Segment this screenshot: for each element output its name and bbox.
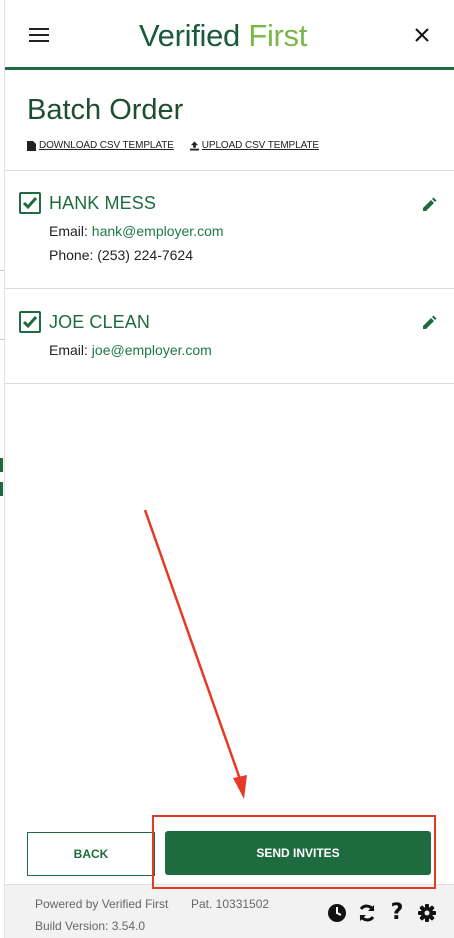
template-links: DOWNLOAD CSV TEMPLATE UPLOAD CSV TEMPLAT… [27, 140, 319, 151]
upload-csv-template-link[interactable]: UPLOAD CSV TEMPLATE [189, 140, 319, 151]
email-label: Email: [49, 223, 92, 239]
contact-phone: (253) 224-7624 [97, 247, 194, 263]
close-icon[interactable] [411, 24, 433, 46]
contact-phone-row: Phone: (253) 224-7624 [49, 247, 193, 263]
contact-email-row: Email: hank@employer.com [49, 223, 224, 239]
footer-toolbar: ? [327, 902, 437, 924]
download-csv-template-link[interactable]: DOWNLOAD CSV TEMPLATE [27, 140, 174, 151]
download-csv-template-label: DOWNLOAD CSV TEMPLATE [39, 140, 174, 151]
patent-text: Pat. 10331502 [191, 897, 270, 911]
top-bar: Verified First [5, 0, 454, 70]
send-invites-button[interactable]: SEND INVITES [165, 831, 431, 875]
contact-email[interactable]: joe@employer.com [92, 342, 212, 358]
background-accent [0, 458, 3, 472]
file-icon [27, 140, 36, 151]
logo-text-verified: Verified [139, 18, 240, 53]
edit-pencil-icon[interactable] [421, 315, 437, 331]
contact-name: JOE CLEAN [49, 312, 150, 332]
screenshot-page: Verified First Batch Order DOWNLOAD CSV … [0, 0, 454, 938]
contact-checkbox[interactable] [19, 192, 41, 214]
checkmark-icon [22, 197, 38, 210]
contact-checkbox[interactable] [19, 311, 41, 333]
hamburger-menu-icon[interactable] [29, 26, 51, 44]
upload-icon [189, 141, 199, 150]
contact-name: HANK MESS [49, 193, 156, 213]
contact-email[interactable]: hank@employer.com [92, 223, 224, 239]
phone-label: Phone: [49, 247, 98, 263]
contact-card: JOE CLEAN Email: joe@employer.com [5, 289, 454, 383]
contact-card: HANK MESS Email: hank@employer.com Phone… [5, 171, 454, 288]
help-icon[interactable]: ? [387, 902, 407, 924]
refresh-icon[interactable] [357, 903, 377, 923]
footer: Powered by Verified First Pat. 10331502 … [5, 884, 454, 938]
back-button[interactable]: BACK [27, 832, 155, 876]
logo-text-first: First [240, 18, 308, 53]
powered-by-text: Powered by Verified First [35, 897, 169, 911]
page-title: Batch Order [27, 94, 184, 126]
brand-logo: Verified First [139, 18, 307, 54]
section-divider [5, 383, 454, 384]
edit-pencil-icon[interactable] [421, 197, 437, 213]
background-accent [0, 482, 3, 496]
batch-order-panel: Verified First Batch Order DOWNLOAD CSV … [4, 0, 454, 938]
build-version-text: Build Version: 3.54.0 [35, 919, 146, 933]
settings-icon[interactable] [417, 903, 437, 923]
checkmark-icon [22, 316, 38, 329]
clock-icon[interactable] [327, 903, 347, 923]
contact-email-row: Email: joe@employer.com [49, 342, 212, 358]
upload-csv-template-label: UPLOAD CSV TEMPLATE [201, 140, 319, 151]
email-label: Email: [49, 342, 92, 358]
